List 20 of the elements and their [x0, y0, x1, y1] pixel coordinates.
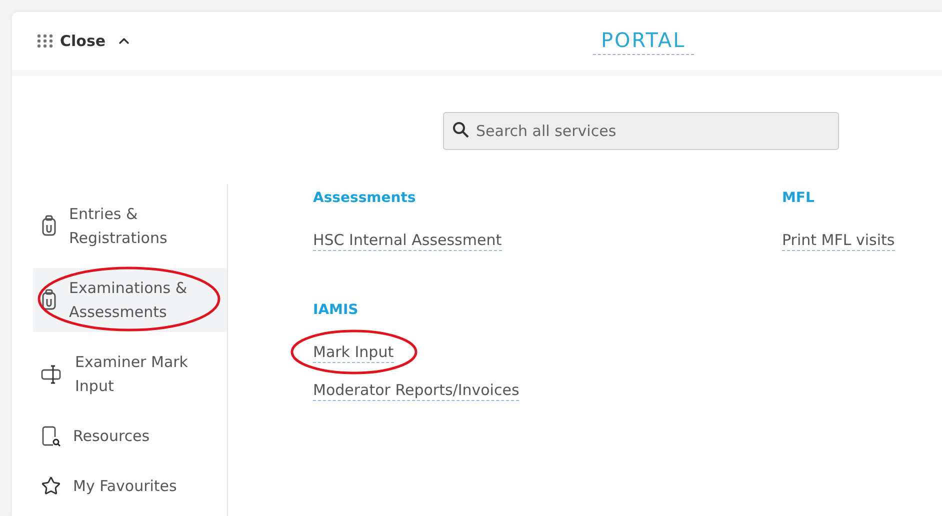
sidebar-item[interactable]: Resources [33, 416, 227, 456]
search-field[interactable]: Search all services [443, 112, 839, 150]
text-input-icon [41, 363, 63, 385]
clipboard-icon [41, 215, 57, 237]
service-link[interactable]: HSC Internal Assessment [313, 230, 502, 251]
search-icon [452, 121, 470, 139]
clipboard-icon [41, 289, 57, 311]
document-search-icon [41, 425, 61, 447]
service-link[interactable]: Moderator Reports/Invoices [313, 380, 520, 401]
section-heading: MFL [782, 190, 816, 206]
section-heading: IAMIS [313, 302, 360, 318]
star-icon [41, 476, 61, 496]
sidebar-item[interactable]: Examiner Mark Input [33, 342, 227, 406]
service-link[interactable]: Print MFL visits [782, 230, 895, 251]
section-heading: Assessments [313, 190, 417, 206]
sidebar-item[interactable]: My Favourites [33, 466, 227, 506]
grid-icon [36, 33, 54, 49]
close-button[interactable]: Close [36, 32, 132, 50]
sidebar-item[interactable]: Entries & Registrations [33, 194, 227, 258]
sidebar-item[interactable]: Examinations & Assessments [33, 268, 227, 332]
